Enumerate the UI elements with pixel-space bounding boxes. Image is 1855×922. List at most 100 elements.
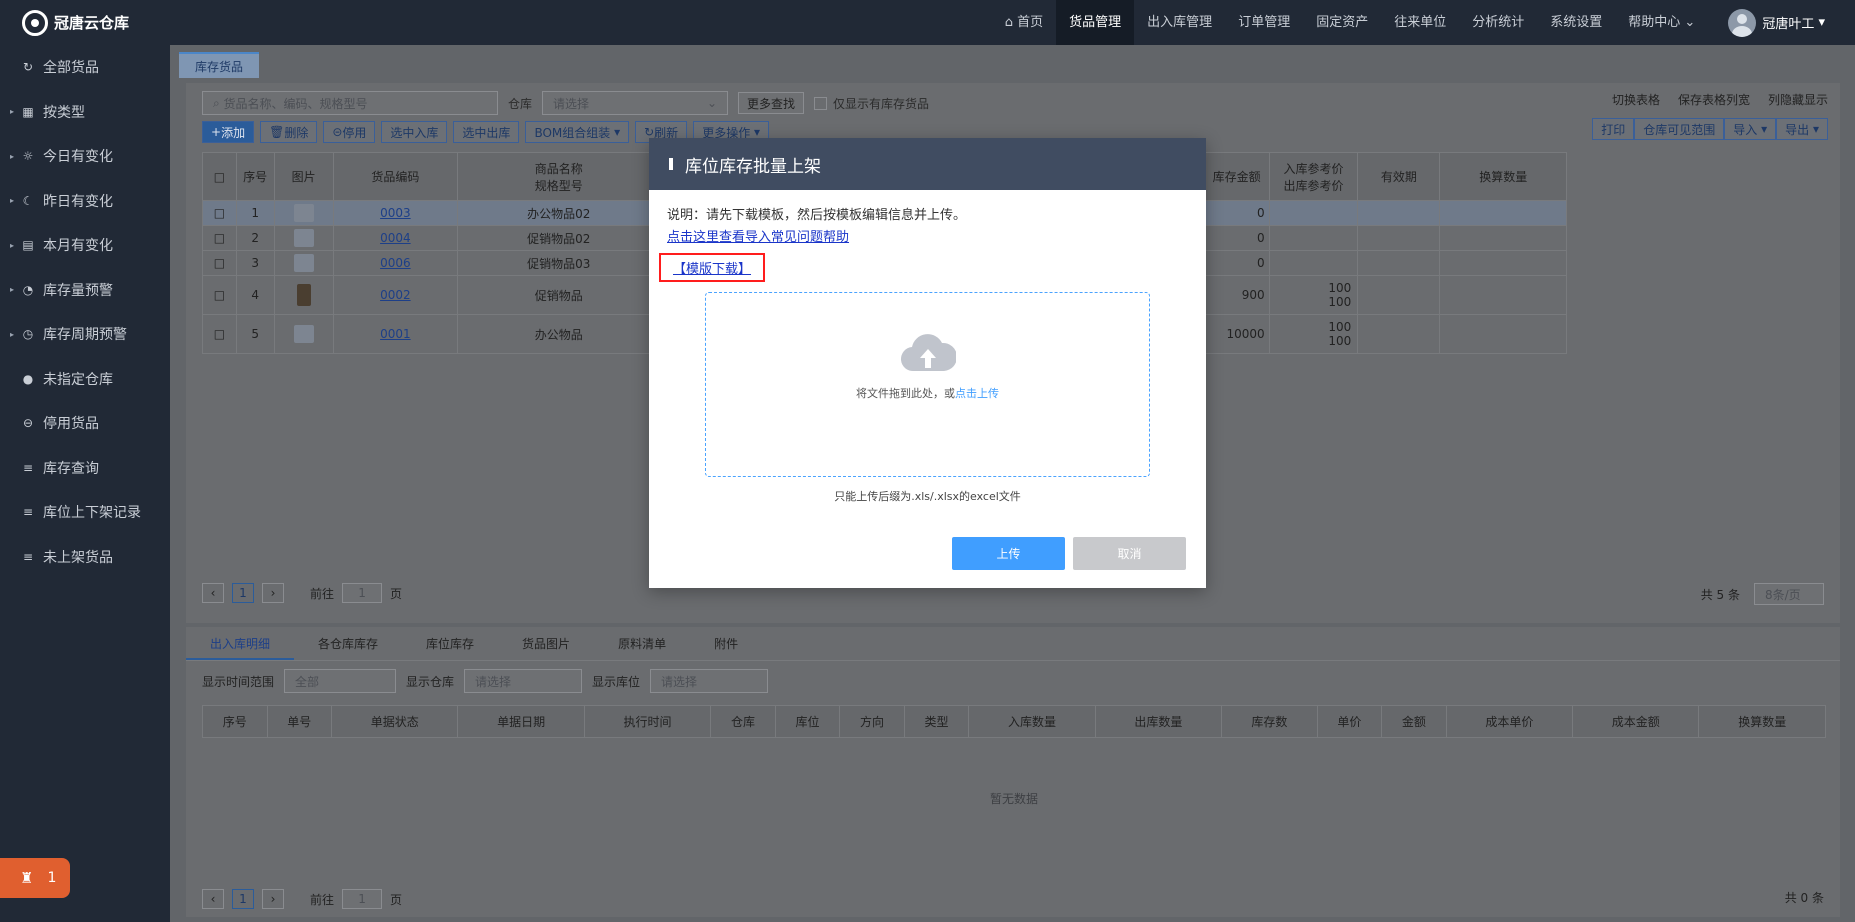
template-download-link[interactable]: 【模版下载】 (659, 253, 766, 282)
calendar-icon: ▤ (22, 238, 34, 253)
nav-item-2[interactable]: 货品管理 (1056, 0, 1135, 45)
sidebar-item-1[interactable]: ↻ 全部货品 (0, 45, 170, 90)
col-expiry[interactable]: 有效期 (1357, 152, 1441, 201)
sidebar-item-7[interactable]: ▸ ◷ 库存周期预警 (0, 312, 170, 357)
detail-prev-page-button[interactable]: ‹ (202, 889, 224, 909)
goto-page-input[interactable]: 1 (342, 583, 383, 603)
right-tool-1[interactable]: 切换表格 (1612, 91, 1660, 108)
caret-right-icon: ▸ (10, 285, 15, 295)
sidebar-item-10[interactable]: ≡ 库存查询 (0, 446, 170, 491)
nav-item-4[interactable]: 订单管理 (1225, 0, 1303, 45)
detail-goto-input[interactable]: 1 (342, 889, 383, 909)
toolbar-button-1[interactable]: + 添加 (202, 121, 255, 143)
detail-tab-4[interactable]: 货品图片 (498, 627, 594, 660)
detail-page-1[interactable]: 1 (232, 889, 254, 909)
click-upload-link[interactable]: 点击上传 (955, 387, 999, 400)
row-checkbox[interactable]: □ (202, 275, 237, 315)
row-checkbox[interactable]: □ (202, 250, 237, 276)
select-all-checkbox[interactable]: □ (202, 152, 237, 201)
only-stock-checkbox[interactable] (814, 96, 828, 110)
upload-dropzone[interactable]: 将文件拖到此处，或点击上传 (705, 292, 1150, 477)
row-image[interactable] (273, 225, 334, 251)
detail-panel: 出入库明细 各仓库库存 库位库存 货品图片 原料清单 附件 显示时间范围 全部 显示仓库 … (186, 627, 1840, 917)
detail-tab-2[interactable]: 各仓库库存 (294, 627, 402, 660)
toolbar-button-6[interactable]: BOM组合组装 ▾ (525, 121, 630, 143)
nav-item-8[interactable]: 系统设置 (1537, 0, 1615, 45)
right-tool-3[interactable]: 列隐藏显示 (1768, 91, 1828, 108)
sidebar-item-3[interactable]: ▸ ☼ 今日有变化 (0, 134, 170, 179)
detail-tab-6[interactable]: 附件 (690, 627, 762, 660)
nav-item-9[interactable]: 帮助中心 ⌄ (1615, 0, 1708, 45)
next-page-button[interactable]: › (262, 583, 284, 603)
toolbar-button-4[interactable]: 选中入库 (381, 121, 448, 143)
nav-item-5[interactable]: 固定资产 (1303, 0, 1381, 45)
nav-item-7[interactable]: 分析统计 (1459, 0, 1537, 45)
moon-icon: ☾ (22, 193, 34, 208)
tab-inventory-goods[interactable]: 库存货品 (179, 52, 260, 78)
upload-button[interactable]: 上传 (952, 537, 1065, 570)
row-image[interactable] (273, 275, 334, 315)
right-tool-2[interactable]: 保存表格列宽 (1678, 91, 1750, 108)
import-help-link[interactable]: 点击这里查看导入常见问题帮助 (667, 226, 1188, 245)
user-name: 冠唐叶工 (1762, 17, 1815, 32)
show-warehouse-select[interactable]: 请选择 (464, 669, 583, 693)
question-icon: ● (22, 371, 34, 386)
sidebar-item-6[interactable]: ▸ ◔ 库存量预警 (0, 268, 170, 313)
goods-code-link[interactable]: 0006 (380, 256, 411, 270)
sidebar-item-4[interactable]: ▸ ☾ 昨日有变化 (0, 179, 170, 224)
file-type-hint: 只能上传后缀为.xls/.xlsx的excel文件 (834, 490, 1021, 503)
col-code[interactable]: 货品编码 (332, 152, 459, 201)
time-range-select[interactable]: 全部 (284, 669, 397, 693)
detail-tab-1[interactable]: 出入库明细 (186, 627, 295, 660)
detail-next-page-button[interactable]: › (262, 889, 284, 909)
right-button-3[interactable]: 导入 ▾ (1724, 118, 1777, 140)
detail-col-4: 单据日期 (457, 705, 585, 738)
sidebar-item-9[interactable]: ⊖ 停用货品 (0, 401, 170, 446)
cancel-button[interactable]: 取消 (1073, 537, 1186, 570)
row-checkbox[interactable]: □ (202, 225, 237, 251)
sidebar-item-8[interactable]: ● 未指定仓库 (0, 357, 170, 402)
goods-code-link[interactable]: 0001 (380, 327, 411, 341)
row-checkbox[interactable]: □ (202, 200, 237, 226)
search-input[interactable]: ⌕ 货品名称、编码、规格型号 (202, 91, 498, 115)
right-button-1[interactable]: 打印 (1592, 118, 1635, 140)
button-icon: ↻ (644, 125, 655, 139)
app-logo[interactable]: 冠唐云仓库 (0, 0, 170, 45)
goods-code-link[interactable]: 0004 (380, 231, 411, 245)
row-image[interactable] (273, 314, 334, 354)
toolbar-button-2[interactable]: 🗑 删除 (260, 121, 318, 143)
button-icon: 🗑 (269, 125, 285, 139)
warehouse-select[interactable]: 请选择 ⌄ (542, 91, 729, 115)
only-stock-label: 仅显示有库存货品 (833, 96, 930, 111)
alarm-button[interactable]: ♜ 1 (0, 858, 70, 898)
toolbar-button-5[interactable]: 选中出库 (453, 121, 520, 143)
col-name[interactable]: 商品名称 规格型号 (457, 152, 661, 201)
row-image[interactable] (273, 250, 334, 276)
sidebar-item-2[interactable]: ▸ ▦ 按类型 (0, 90, 170, 135)
right-button-2[interactable]: 仓库可见范围 (1634, 118, 1725, 140)
toolbar-button-3[interactable]: ⊝ 停用 (323, 121, 376, 143)
sidebar-item-11[interactable]: ≡ 库位上下架记录 (0, 490, 170, 535)
row-image[interactable] (273, 200, 334, 226)
user-menu[interactable]: 冠唐叶工 ▾ (1708, 8, 1855, 37)
goods-code-link[interactable]: 0003 (380, 206, 411, 220)
nav-item-3[interactable]: 出入库管理 (1134, 0, 1225, 45)
detail-tab-5[interactable]: 原料清单 (594, 627, 690, 660)
page-1[interactable]: 1 (232, 583, 254, 603)
sidebar-item-5[interactable]: ▸ ▤ 本月有变化 (0, 223, 170, 268)
col-ref-price[interactable]: 入库参考价 出库参考价 (1268, 152, 1359, 201)
show-location-select[interactable]: 请选择 (650, 669, 769, 693)
batch-shelve-dialog: 库位库存批量上架 说明：请先下载模板，然后按模板编辑信息并上传。 点击这里查看导… (649, 138, 1206, 588)
goods-code-link[interactable]: 0002 (380, 288, 411, 302)
sidebar-item-12[interactable]: ≡ 未上架货品 (0, 535, 170, 580)
nav-item-1[interactable]: ⌂ 首页 (992, 0, 1056, 45)
detail-tab-3[interactable]: 库位库存 (402, 627, 498, 660)
nav-item-6[interactable]: 往来单位 (1381, 0, 1459, 45)
prev-page-button[interactable]: ‹ (202, 583, 224, 603)
row-checkbox[interactable]: □ (202, 314, 237, 354)
page-size-select[interactable]: 8条/页 (1754, 583, 1824, 605)
more-search-button[interactable]: 更多查找 (738, 92, 805, 114)
dialog-description: 说明：请先下载模板，然后按模板编辑信息并上传。 (667, 208, 967, 223)
right-button-4[interactable]: 导出 ▾ (1776, 118, 1828, 140)
sun-icon: ☼ (22, 149, 34, 164)
